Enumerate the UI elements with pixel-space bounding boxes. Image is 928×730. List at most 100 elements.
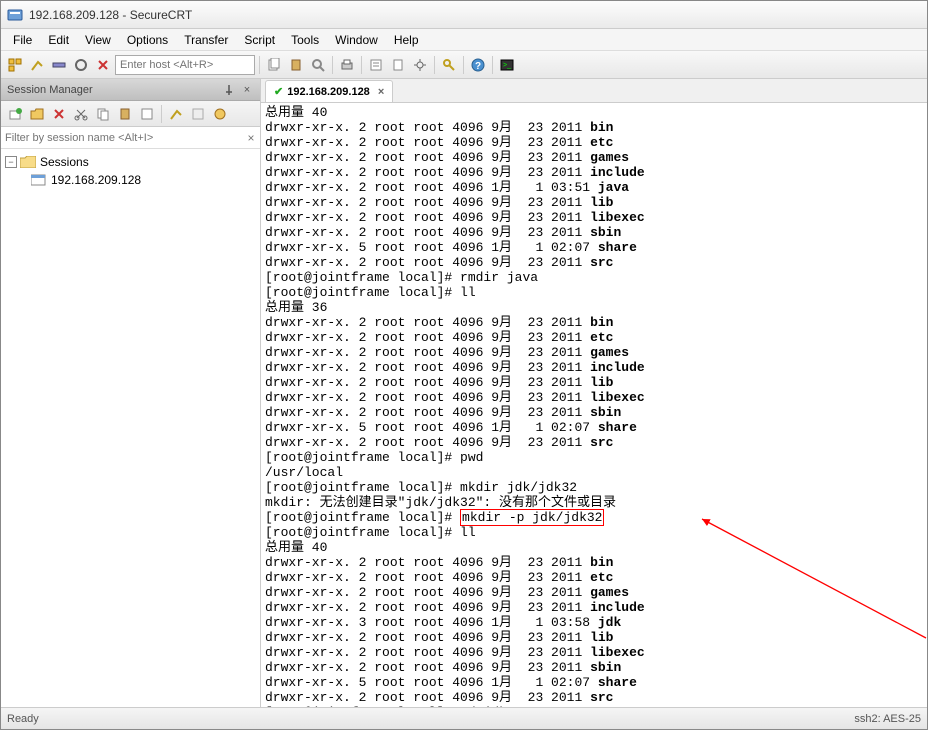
terminal-line: drwxr-xr-x. 2 root root 4096 9月 23 2011 … [265, 120, 923, 135]
titlebar: 192.168.209.128 - SecureCRT [1, 1, 927, 29]
sessions-root-node[interactable]: − Sessions [5, 153, 256, 171]
properties-icon[interactable] [366, 55, 386, 75]
toolbar-separator [161, 105, 162, 123]
session-manager-header: Session Manager × [1, 79, 260, 101]
pin-icon[interactable] [222, 83, 236, 97]
terminal-line: drwxr-xr-x. 2 root root 4096 9月 23 2011 … [265, 255, 923, 270]
session-icon [31, 173, 47, 187]
session-tab[interactable]: ✔ 192.168.209.128 × [265, 80, 393, 102]
terminal-line: drwxr-xr-x. 2 root root 4096 9月 23 2011 … [265, 150, 923, 165]
body-container: Session Manager × × − Sessio [1, 79, 927, 707]
toolbar-separator [434, 56, 435, 74]
terminal-line: 总用量 40 [265, 540, 923, 555]
menu-tools[interactable]: Tools [283, 31, 327, 49]
terminal-line: drwxr-xr-x. 2 root root 4096 9月 23 2011 … [265, 600, 923, 615]
terminal-line: drwxr-xr-x. 2 root root 4096 9月 23 2011 … [265, 585, 923, 600]
terminal-line: [root@jointframe local]# ll [265, 285, 923, 300]
status-right: ssh2: AES-25 [854, 713, 921, 725]
log-icon[interactable] [388, 55, 408, 75]
terminal-line: drwxr-xr-x. 2 root root 4096 9月 23 2011 … [265, 630, 923, 645]
menu-options[interactable]: Options [119, 31, 176, 49]
host-input[interactable] [115, 55, 255, 75]
print-icon[interactable] [337, 55, 357, 75]
terminal-line: drwxr-xr-x. 2 root root 4096 9月 23 2011 … [265, 135, 923, 150]
terminal-line: drwxr-xr-x. 2 root root 4096 9月 23 2011 … [265, 165, 923, 180]
toolbar-separator [259, 56, 260, 74]
clear-filter-icon[interactable]: × [242, 129, 260, 147]
menu-window[interactable]: Window [327, 31, 386, 49]
terminal-line: drwxr-xr-x. 2 root root 4096 9月 23 2011 … [265, 390, 923, 405]
key-icon[interactable] [439, 55, 459, 75]
terminal-line: drwxr-xr-x. 2 root root 4096 9月 23 2011 … [265, 570, 923, 585]
session-node[interactable]: 192.168.209.128 [31, 171, 256, 189]
terminal-line: drwxr-xr-x. 2 root root 4096 9月 23 2011 … [265, 660, 923, 675]
terminal-line: drwxr-xr-x. 2 root root 4096 9月 23 2011 … [265, 405, 923, 420]
filter-input[interactable] [1, 127, 242, 148]
menu-file[interactable]: File [5, 31, 40, 49]
quickconnect-icon[interactable] [166, 104, 186, 124]
collapse-toggle[interactable]: − [5, 156, 17, 168]
copy-session-icon[interactable] [93, 104, 113, 124]
new-session-icon[interactable] [5, 104, 25, 124]
copy-icon[interactable] [264, 55, 284, 75]
terminal-line: [root@jointframe local]# mkdir -p jdk/jd… [265, 510, 923, 525]
terminal-line: drwxr-xr-x. 3 root root 4096 1月 1 03:58 … [265, 615, 923, 630]
terminal-line: drwxr-xr-x. 2 root root 4096 9月 23 2011 … [265, 195, 923, 210]
cut-icon[interactable] [71, 104, 91, 124]
terminal-line: drwxr-xr-x. 2 root root 4096 1月 1 03:51 … [265, 180, 923, 195]
main-toolbar: ? >_ [1, 51, 927, 79]
sessions-icon[interactable] [5, 55, 25, 75]
terminal-line: [root@jointframe local]# mkdir jdk/jdk32 [265, 480, 923, 495]
paste-icon[interactable] [286, 55, 306, 75]
filter-row: × [1, 127, 260, 149]
find-icon[interactable] [308, 55, 328, 75]
connect-bar-icon[interactable] [49, 55, 69, 75]
properties-session-icon[interactable] [137, 104, 157, 124]
close-tab-icon[interactable]: × [378, 86, 384, 98]
terminal-line: drwxr-xr-x. 2 root root 4096 9月 23 2011 … [265, 690, 923, 705]
terminal-line: drwxr-xr-x. 2 root root 4096 9月 23 2011 … [265, 315, 923, 330]
menu-edit[interactable]: Edit [40, 31, 77, 49]
menu-script[interactable]: Script [236, 31, 283, 49]
sessions-root-label: Sessions [40, 155, 89, 169]
terminal-icon[interactable]: >_ [497, 55, 517, 75]
terminal-line: drwxr-xr-x. 2 root root 4096 9月 23 2011 … [265, 360, 923, 375]
menu-transfer[interactable]: Transfer [176, 31, 236, 49]
disconnect-icon[interactable] [93, 55, 113, 75]
terminal-line: 总用量 40 [265, 105, 923, 120]
terminal-line: [root@jointframe local]# cd jdk [265, 705, 923, 707]
settings-icon[interactable] [410, 55, 430, 75]
session-manager-title: Session Manager [7, 84, 93, 96]
terminal-line: 总用量 36 [265, 300, 923, 315]
delete-icon[interactable] [49, 104, 69, 124]
unknown-icon[interactable] [188, 104, 208, 124]
toolbar-separator [361, 56, 362, 74]
close-icon[interactable]: × [240, 83, 254, 97]
toolbar-separator [463, 56, 464, 74]
quick-connect-icon[interactable] [27, 55, 47, 75]
toolbar-separator [332, 56, 333, 74]
session-tree[interactable]: − Sessions 192.168.209.128 [1, 149, 260, 707]
window-title: 192.168.209.128 - SecureCRT [29, 8, 192, 22]
menu-help[interactable]: Help [386, 31, 427, 49]
terminal[interactable]: 总用量 40drwxr-xr-x. 2 root root 4096 9月 23… [261, 103, 927, 707]
terminal-line: [root@jointframe local]# pwd [265, 450, 923, 465]
tab-label: 192.168.209.128 [287, 86, 370, 98]
new-folder-icon[interactable] [27, 104, 47, 124]
reconnect-icon[interactable] [71, 55, 91, 75]
terminal-line: drwxr-xr-x. 2 root root 4096 9月 23 2011 … [265, 330, 923, 345]
terminal-line: drwxr-xr-x. 2 root root 4096 9月 23 2011 … [265, 345, 923, 360]
terminal-line: drwxr-xr-x. 2 root root 4096 9月 23 2011 … [265, 435, 923, 450]
menubar: FileEditViewOptionsTransferScriptToolsWi… [1, 29, 927, 51]
terminal-line: drwxr-xr-x. 2 root root 4096 9月 23 2011 … [265, 375, 923, 390]
terminal-line: drwxr-xr-x. 5 root root 4096 1月 1 02:07 … [265, 675, 923, 690]
help-icon[interactable]: ? [468, 55, 488, 75]
terminal-line: drwxr-xr-x. 5 root root 4096 1月 1 02:07 … [265, 420, 923, 435]
options-icon[interactable] [210, 104, 230, 124]
folder-icon [20, 155, 36, 169]
menu-view[interactable]: View [77, 31, 119, 49]
toolbar-separator [492, 56, 493, 74]
svg-text:>_: >_ [503, 62, 511, 69]
paste-session-icon[interactable] [115, 104, 135, 124]
terminal-line: [root@jointframe local]# ll [265, 525, 923, 540]
